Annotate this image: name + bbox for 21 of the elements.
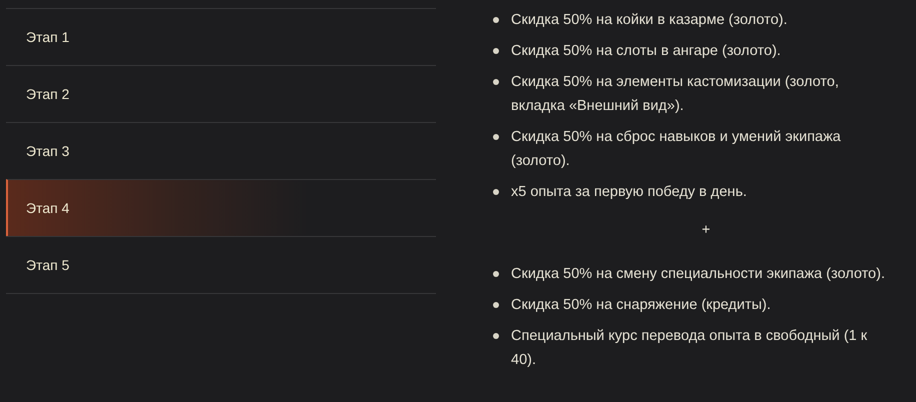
- bullet-icon: [493, 333, 499, 339]
- bullet-icon: [493, 17, 499, 23]
- bonus-text: Скидка 50% на смену специальности экипажа (золото).: [511, 265, 885, 284]
- stage-tab[interactable]: Этап 5: [6, 236, 436, 294]
- stage-tab[interactable]: Этап 2: [6, 65, 436, 122]
- stage-tab[interactable]: Этап 1: [6, 8, 436, 65]
- bonus-text: Скидка 50% на слоты в ангаре (золото).: [511, 42, 781, 61]
- bonus-text: Скидка 50% на элементы кастомизации (золото, вкладка «Внешний вид»).: [511, 73, 840, 116]
- bonus-text: x5 опыта за первую победу в день.: [511, 183, 747, 202]
- plus-sign: +: [702, 221, 710, 240]
- bonus-text: Скидка 50% на сброс навыков и умений экипажа (золото).: [511, 128, 842, 171]
- bullet-icon: [493, 134, 499, 140]
- bullet-icon: [493, 189, 499, 195]
- bullet-icon: [493, 271, 499, 277]
- bullet-icon: [493, 48, 499, 54]
- bonus-text: Скидка 50% на койки в казарме (золото).: [511, 11, 788, 30]
- bonus-text: Скидка 50% на снаряжение (кредиты).: [511, 296, 771, 315]
- bonus-text: Специальный курс перевода опыта в свободный (1 к 40).: [511, 327, 868, 370]
- bullet-icon: [493, 79, 499, 85]
- bullet-icon: [493, 302, 499, 308]
- stage-tab[interactable]: Этап 4: [6, 179, 436, 236]
